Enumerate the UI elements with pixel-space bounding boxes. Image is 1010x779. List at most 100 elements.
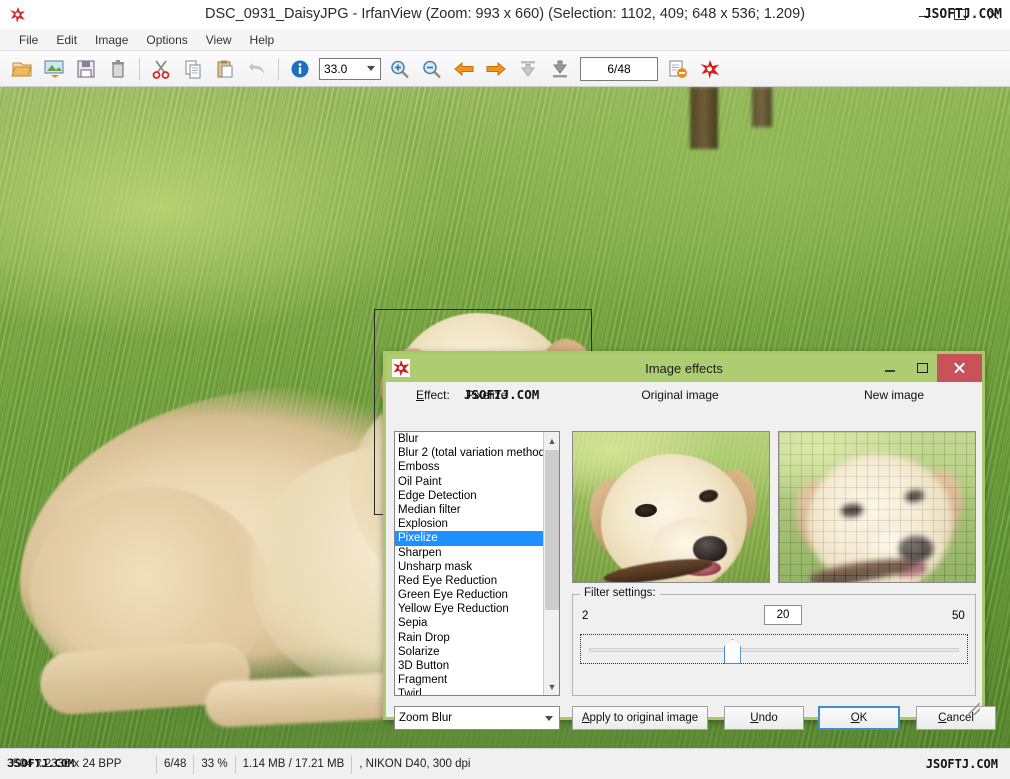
status-bar: 3504 x 2336 x 24 BPP 6/48 33 % 1.14 MB /… bbox=[0, 748, 1010, 779]
dialog-title-bar[interactable]: Image effects bbox=[386, 354, 982, 382]
slider-thumb[interactable] bbox=[723, 639, 741, 664]
list-item[interactable]: 3D Button bbox=[395, 659, 543, 673]
list-item[interactable]: Blur bbox=[395, 432, 543, 446]
save-icon[interactable] bbox=[70, 53, 102, 85]
menu-bar: File Edit Image Options View Help bbox=[0, 29, 1010, 51]
watermark-title: JSOFTJ.COM bbox=[923, 7, 1002, 22]
cut-icon[interactable] bbox=[145, 53, 177, 85]
menu-help[interactable]: Help bbox=[241, 31, 284, 49]
scroll-up-icon[interactable]: ▲ bbox=[544, 432, 559, 449]
listbox-scrollbar[interactable]: ▲ ▼ bbox=[543, 432, 559, 695]
undo-button[interactable]: Undo bbox=[724, 706, 804, 730]
menu-edit[interactable]: Edit bbox=[47, 31, 86, 49]
dialog-maximize-button[interactable] bbox=[906, 354, 937, 382]
original-image-preview bbox=[572, 431, 770, 583]
list-item[interactable]: Blur 2 (total variation method) bbox=[395, 446, 543, 460]
original-image-label: Original image bbox=[641, 388, 719, 402]
dialog-close-button[interactable] bbox=[937, 354, 982, 382]
list-item[interactable]: Twirl bbox=[395, 687, 543, 695]
list-item[interactable]: Green Eye Reduction bbox=[395, 588, 543, 602]
undo-button-label: ndo bbox=[758, 712, 778, 724]
watermark-effect: JSOFTJ.COM bbox=[464, 387, 540, 402]
pixelate-grid-overlay bbox=[779, 432, 975, 582]
filter-value-input[interactable]: 20 bbox=[764, 605, 802, 625]
list-item[interactable]: Red Eye Reduction bbox=[395, 574, 543, 588]
list-item[interactable]: Emboss bbox=[395, 460, 543, 474]
filter-min-value: 2 bbox=[582, 610, 589, 622]
status-page: 6/48 bbox=[157, 755, 195, 774]
effect-select[interactable]: Zoom Blur bbox=[394, 706, 560, 730]
image-effects-dialog: Image effects Effect: Pixelize JSOFTJ.CO… bbox=[383, 351, 996, 730]
tree-trunk-2 bbox=[752, 87, 772, 127]
list-item-selected[interactable]: Pixelize bbox=[395, 531, 543, 546]
window-title: DSC_0931_DaisyJPG - IrfanView (Zoom: 993… bbox=[205, 6, 805, 22]
paste-icon[interactable] bbox=[209, 53, 241, 85]
effect-label: Effect: bbox=[416, 388, 450, 402]
status-camera: , NIKON D40, 300 dpi bbox=[359, 758, 471, 770]
filter-slider[interactable] bbox=[580, 634, 968, 664]
scrollbar-thumb[interactable] bbox=[545, 450, 559, 610]
list-item[interactable]: Rain Drop bbox=[395, 631, 543, 645]
list-item[interactable]: Sepia bbox=[395, 616, 543, 630]
new-image-preview bbox=[778, 431, 976, 583]
chevron-down-icon[interactable] bbox=[545, 716, 553, 721]
menu-options[interactable]: Options bbox=[137, 31, 196, 49]
list-item[interactable]: Edge Detection bbox=[395, 489, 543, 503]
status-filesize: 1.14 MB / 17.21 MB bbox=[236, 755, 353, 774]
watermark-status: JSOFTJ.COM bbox=[925, 757, 998, 771]
info-icon[interactable] bbox=[284, 53, 316, 85]
next-icon[interactable] bbox=[480, 53, 512, 85]
preview-nose bbox=[693, 536, 727, 562]
menu-view[interactable]: View bbox=[197, 31, 241, 49]
last-icon[interactable] bbox=[544, 53, 576, 85]
irfanview-window: DSC_0931_DaisyJPG - IrfanView (Zoom: 993… bbox=[0, 0, 1010, 779]
apply-button-label: pply to original image bbox=[589, 712, 699, 724]
dialog-body: Effect: Pixelize JSOFTJ.COM Original ima… bbox=[386, 382, 996, 730]
list-item[interactable]: Sharpen bbox=[395, 546, 543, 560]
ok-button[interactable]: OK bbox=[818, 706, 900, 730]
toolbar-separator bbox=[139, 57, 140, 80]
list-item[interactable]: Oil Paint bbox=[395, 475, 543, 489]
effects-list[interactable]: Blur Blur 2 (total variation method) Emb… bbox=[395, 432, 543, 695]
page-counter[interactable]: 6/48 bbox=[580, 56, 658, 81]
tree-trunk bbox=[690, 87, 718, 149]
slider-track[interactable] bbox=[589, 648, 959, 652]
irfanview-logo-icon[interactable] bbox=[694, 53, 726, 85]
previous-icon[interactable] bbox=[448, 53, 480, 85]
filter-value-text: 20 bbox=[776, 609, 790, 621]
list-item[interactable]: Yellow Eye Reduction bbox=[395, 602, 543, 616]
status-zoom: 33 % bbox=[194, 755, 236, 774]
no-slideshow-icon[interactable] bbox=[662, 53, 694, 85]
zoom-in-icon[interactable] bbox=[384, 53, 416, 85]
thumbnails-icon[interactable] bbox=[38, 53, 70, 85]
menu-image[interactable]: Image bbox=[86, 31, 137, 49]
undo-icon bbox=[241, 53, 273, 85]
effect-label-text: ffect: bbox=[424, 388, 450, 402]
open-file-icon[interactable] bbox=[6, 53, 38, 85]
list-item[interactable]: Fragment bbox=[395, 673, 543, 687]
title-bar: DSC_0931_DaisyJPG - IrfanView (Zoom: 993… bbox=[0, 0, 1010, 30]
toolbar: 33.0 6/48 bbox=[0, 51, 1010, 87]
effect-select-value: Zoom Blur bbox=[399, 712, 453, 724]
cancel-button[interactable]: Cancel bbox=[916, 706, 996, 730]
list-item[interactable]: Median filter bbox=[395, 503, 543, 517]
copy-icon[interactable] bbox=[177, 53, 209, 85]
effects-listbox[interactable]: Blur Blur 2 (total variation method) Emb… bbox=[394, 431, 560, 696]
zoom-combo[interactable]: 33.0 bbox=[319, 57, 381, 80]
scroll-down-icon[interactable]: ▼ bbox=[544, 678, 559, 695]
list-item[interactable]: Explosion bbox=[395, 517, 543, 531]
list-item[interactable]: Unsharp mask bbox=[395, 560, 543, 574]
filter-max-value: 50 bbox=[952, 610, 965, 622]
dialog-minimize-button[interactable] bbox=[875, 354, 906, 382]
apply-to-original-button[interactable]: Apply to original image bbox=[572, 706, 708, 730]
toolbar-separator-2 bbox=[278, 57, 279, 80]
delete-icon[interactable] bbox=[102, 53, 134, 85]
chevron-down-icon[interactable] bbox=[367, 65, 375, 71]
ok-button-label: K bbox=[859, 712, 868, 724]
menu-file[interactable]: File bbox=[10, 31, 47, 49]
zoom-out-icon[interactable] bbox=[416, 53, 448, 85]
new-image-label: New image bbox=[863, 388, 925, 402]
filter-settings-legend-text: Filter settings: bbox=[584, 587, 656, 599]
resize-grip[interactable] bbox=[968, 703, 980, 715]
list-item[interactable]: Solarize bbox=[395, 645, 543, 659]
